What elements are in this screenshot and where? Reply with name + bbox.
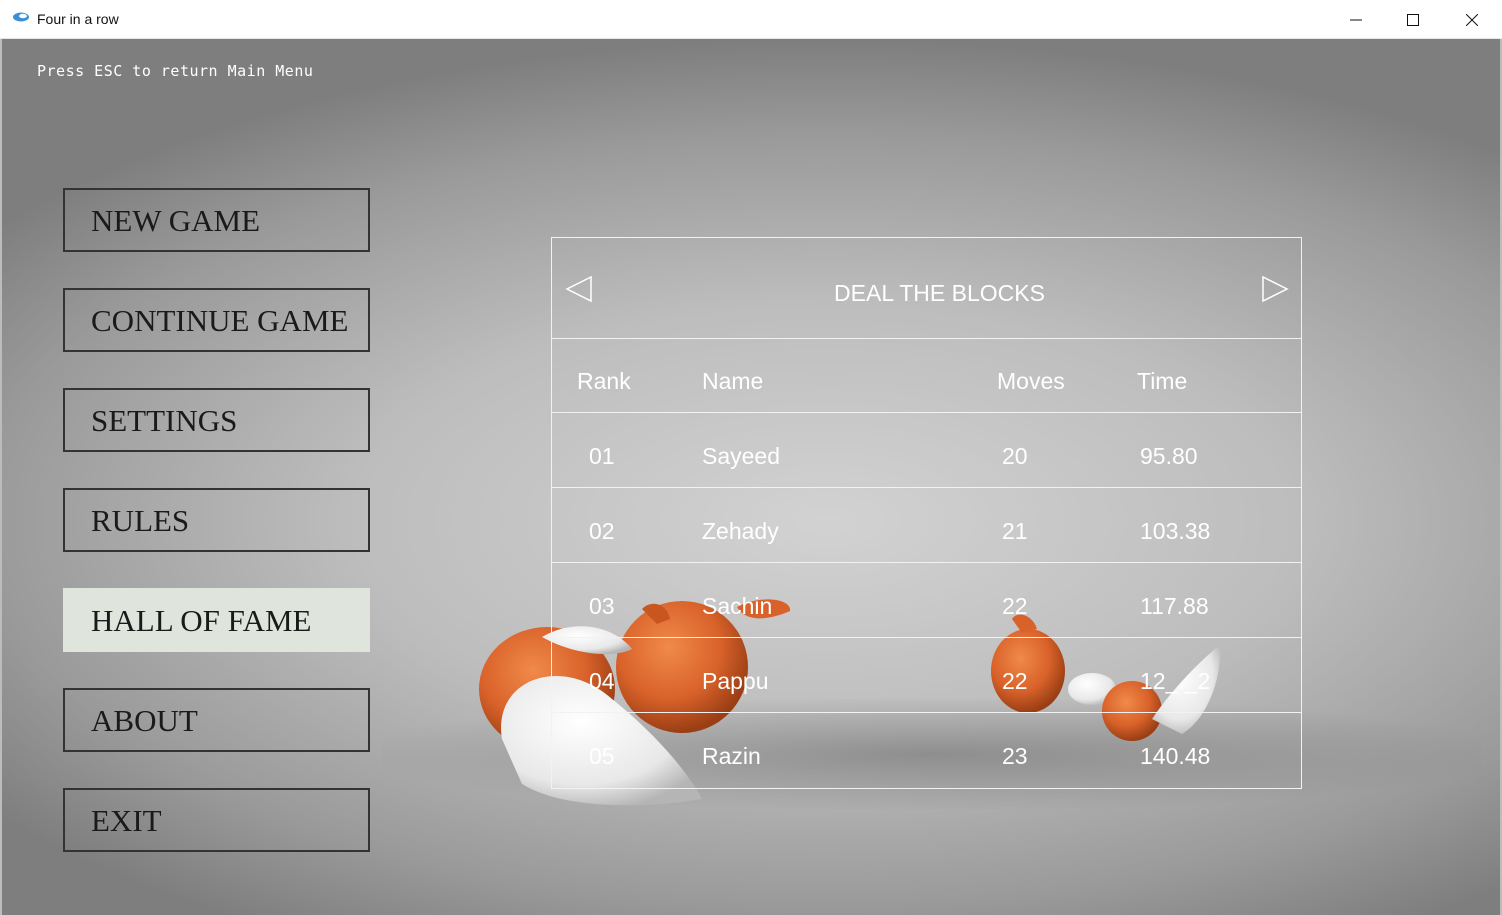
table-row: 02 Zehady 21 103.38: [552, 488, 1301, 563]
hall-of-fame-panel: DEAL THE BLOCKS Rank Name Moves Time 01 …: [551, 237, 1302, 789]
table-header: Rank Name Moves Time: [552, 338, 1301, 413]
settings-button[interactable]: SETTINGS: [63, 388, 370, 452]
rules-button[interactable]: RULES: [63, 488, 370, 552]
game-scene: Press ESC to return Main Menu NEW GAME C…: [2, 39, 1500, 915]
new-game-button[interactable]: NEW GAME: [63, 188, 370, 252]
game-title: DEAL THE BLOCKS: [834, 280, 1045, 306]
name-cell: Zehady: [702, 518, 779, 544]
time-cell: 103.38: [1140, 518, 1211, 544]
time-cell: 117.88: [1140, 593, 1209, 619]
column-header-time: Time: [1137, 368, 1188, 394]
moves-cell: 22: [1002, 593, 1028, 619]
column-header-name: Name: [702, 368, 764, 394]
esc-hint: Press ESC to return Main Menu: [37, 62, 314, 80]
maximize-button[interactable]: [1384, 0, 1442, 39]
app-icon: [13, 12, 29, 22]
table-row: 03 Sachin 22 117.88: [552, 563, 1301, 638]
close-icon: [1466, 13, 1478, 26]
name-cell: Razin: [702, 743, 761, 769]
maximize-icon: [1407, 13, 1419, 26]
moves-cell: 23: [1002, 743, 1028, 769]
column-header-rank: Rank: [577, 368, 631, 394]
minimize-button[interactable]: [1327, 0, 1385, 39]
window-title: Four in a row: [37, 11, 119, 27]
table-row: 01 Sayeed 20 95.80: [552, 413, 1301, 488]
time-cell: 95.80: [1140, 443, 1198, 469]
game-window: Four in a row Press ESC to return Main M…: [0, 0, 1502, 915]
name-cell: Sayeed: [702, 443, 781, 469]
name-cell: Pappu: [702, 668, 769, 694]
triangle-right-icon[interactable]: [1260, 274, 1290, 304]
time-cell: 12_._2: [1140, 668, 1211, 694]
minimize-icon: [1350, 19, 1362, 20]
moves-cell: 20: [1002, 443, 1028, 469]
about-button[interactable]: ABOUT: [63, 688, 370, 752]
rank-cell: 03: [589, 593, 615, 619]
exit-button[interactable]: EXIT: [63, 788, 370, 852]
rank-cell: 04: [589, 668, 615, 694]
close-button[interactable]: [1443, 0, 1501, 39]
rank-cell: 01: [589, 443, 615, 469]
moves-cell: 22: [1002, 668, 1028, 694]
time-cell: 140.48: [1140, 743, 1211, 769]
table-row: 04 Pappu 22 12_._2: [552, 638, 1301, 713]
name-cell: Sachin: [702, 593, 773, 619]
panel-header: DEAL THE BLOCKS: [552, 238, 1301, 339]
moves-cell: 21: [1002, 518, 1028, 544]
hall-of-fame-button[interactable]: HALL OF FAME: [63, 588, 370, 652]
table-row: 05 Razin 23 140.48: [552, 713, 1301, 788]
column-header-moves: Moves: [997, 368, 1065, 394]
rank-cell: 05: [589, 743, 615, 769]
continue-game-button[interactable]: CONTINUE GAME: [63, 288, 370, 352]
rank-cell: 02: [589, 518, 615, 544]
title-bar[interactable]: Four in a row: [0, 0, 1502, 39]
